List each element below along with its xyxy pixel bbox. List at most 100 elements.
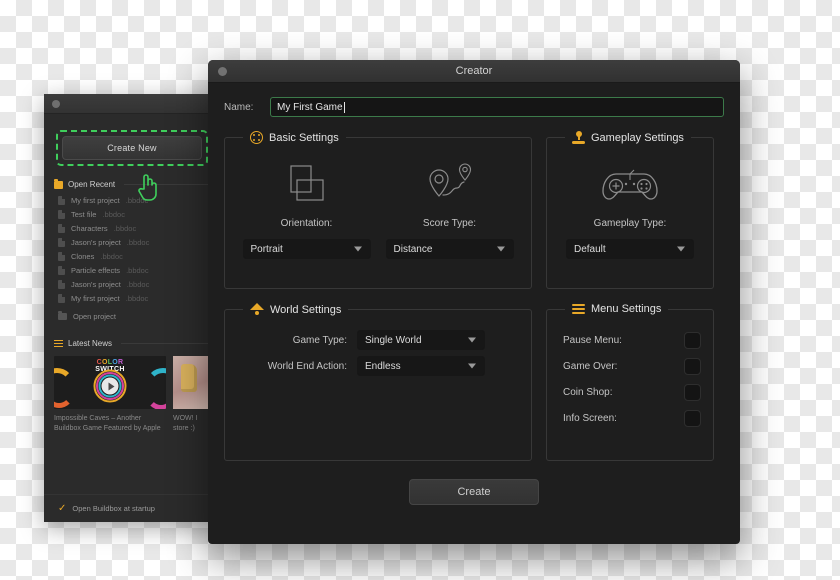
settings-grid: Basic Settings Orientation: Portrait Sco…	[224, 131, 724, 461]
list-item[interactable]: Test file .bbdoc	[44, 207, 220, 221]
home-window-titlebar	[44, 94, 220, 114]
hamburger-icon	[572, 303, 585, 315]
menu-settings-title: Menu Settings	[591, 303, 662, 315]
creator-title-text: Creator	[455, 65, 493, 77]
file-name: My first project	[71, 195, 120, 205]
file-icon	[58, 223, 65, 233]
game-over-row: Game Over:	[563, 358, 701, 375]
news-card[interactable]: COLOR SWITCH Impossible Caves – Another …	[54, 356, 166, 434]
file-icon	[58, 195, 65, 205]
news-caption: Impossible Caves – Another Buildbox Game…	[54, 415, 161, 432]
gameplay-type-value: Default	[574, 243, 606, 255]
pause-menu-checkbox[interactable]	[684, 332, 701, 349]
list-item[interactable]: My first project .bbdoc	[44, 193, 220, 207]
score-type-value: Distance	[393, 243, 433, 255]
gameplay-type-select[interactable]: Default	[566, 239, 694, 259]
file-name: My first project	[71, 293, 120, 303]
name-label: Name:	[224, 101, 254, 113]
gameplay-settings-title: Gameplay Settings	[591, 131, 684, 144]
coin-shop-checkbox[interactable]	[684, 384, 701, 401]
hand-cursor-icon	[138, 174, 157, 201]
orientation-value: Portrait	[250, 243, 283, 255]
joystick-icon	[572, 131, 585, 144]
news-thumbnail: COLOR SWITCH	[54, 356, 166, 409]
gameplay-type-group: Gameplay Type: Default	[557, 152, 703, 259]
list-item[interactable]: Jason's project .bbdoc	[44, 235, 220, 249]
file-ext: .bbdoc	[126, 237, 150, 247]
close-icon[interactable]	[52, 99, 60, 108]
game-over-label: Game Over:	[563, 361, 618, 372]
grid-circle-icon	[250, 131, 263, 144]
create-button[interactable]: Create	[409, 479, 539, 505]
chevron-down-icon	[496, 246, 505, 252]
basic-settings-title: Basic Settings	[269, 131, 339, 144]
file-icon	[58, 265, 65, 275]
startup-label: Open Buildbox at startup	[72, 504, 155, 513]
name-row: Name: My First Game	[224, 97, 724, 117]
file-ext: .bbdoc	[126, 265, 149, 275]
world-end-action-row: World End Action: Endless	[235, 356, 521, 376]
list-item[interactable]: Particle effects .bbdoc	[44, 263, 220, 277]
pause-menu-row: Pause Menu:	[563, 332, 701, 349]
name-input[interactable]: My First Game	[270, 97, 724, 117]
file-icon	[58, 209, 65, 219]
decorative-ring	[146, 380, 166, 409]
file-icon	[58, 279, 65, 289]
world-end-action-select[interactable]: Endless	[357, 356, 485, 376]
news-caption-line2: store :)	[173, 425, 195, 432]
chevron-down-icon	[677, 246, 685, 252]
game-type-label: Game Type:	[292, 334, 347, 346]
check-icon: ✓	[58, 502, 67, 514]
menu-settings-header: Menu Settings	[565, 303, 668, 315]
chevron-down-icon	[468, 337, 476, 343]
latest-news-label: Latest News	[68, 339, 113, 348]
orientation-icon	[284, 156, 330, 214]
file-name: Particle effects	[71, 265, 121, 275]
file-ext: .bbdoc	[100, 251, 123, 261]
news-list: COLOR SWITCH Impossible Caves – Another …	[44, 352, 220, 434]
world-end-action-value: Endless	[365, 360, 401, 372]
score-type-label: Score Type:	[422, 218, 477, 229]
open-project-item[interactable]: Open project	[44, 305, 220, 325]
list-item[interactable]: My first project .bbdoc	[44, 291, 220, 305]
world-end-action-label: World End Action:	[267, 360, 347, 372]
game-over-checkbox[interactable]	[684, 358, 701, 375]
gameplay-type-label: Gameplay Type:	[593, 218, 667, 229]
info-screen-row: Info Screen:	[563, 410, 701, 427]
news-caption: WOW! I store :)	[173, 409, 213, 434]
file-name: Jason's project	[71, 279, 121, 289]
list-item[interactable]: Clones .bbdoc	[44, 249, 220, 263]
news-caption-line1: WOW! I	[173, 415, 198, 422]
file-name: Jason's project	[71, 237, 121, 247]
orientation-group: Orientation: Portrait	[235, 152, 378, 259]
file-ext: .bbdoc	[125, 293, 149, 303]
score-type-select[interactable]: Distance	[385, 239, 514, 259]
file-name: Test file	[71, 209, 97, 219]
create-new-button[interactable]: Create New	[62, 136, 202, 160]
orientation-label: Orientation:	[280, 218, 333, 229]
orientation-select[interactable]: Portrait	[242, 239, 371, 259]
file-name: Characters	[71, 223, 108, 233]
gamepad-icon	[599, 156, 661, 214]
gameplay-settings-header: Gameplay Settings	[565, 131, 691, 144]
list-icon	[54, 339, 63, 348]
gameplay-settings-panel: Gameplay Settings Gameplay Type: Default	[546, 131, 714, 289]
news-thumbnail	[173, 356, 213, 409]
file-icon	[58, 237, 65, 247]
file-ext: .bbdoc	[102, 209, 125, 219]
menu-settings-panel: Menu Settings Pause Menu: Game Over: Coi…	[546, 303, 714, 461]
list-item[interactable]: Characters .bbdoc	[44, 221, 220, 235]
pause-menu-label: Pause Menu:	[563, 335, 622, 346]
open-recent-header: Open Recent	[54, 178, 210, 189]
creator-body: Name: My First Game Basic Settings Orien…	[208, 83, 740, 505]
startup-option-row[interactable]: ✓ Open Buildbox at startup	[44, 494, 220, 522]
list-item[interactable]: Jason's project .bbdoc	[44, 277, 220, 291]
file-icon	[58, 293, 65, 303]
news-card[interactable]: WOW! I store :)	[173, 356, 213, 434]
game-type-select[interactable]: Single World	[357, 330, 485, 350]
world-settings-header: World Settings	[243, 303, 348, 316]
info-screen-checkbox[interactable]	[684, 410, 701, 427]
open-recent-label: Open Recent	[68, 180, 116, 189]
play-icon[interactable]	[101, 377, 119, 395]
text-caret	[343, 101, 345, 113]
